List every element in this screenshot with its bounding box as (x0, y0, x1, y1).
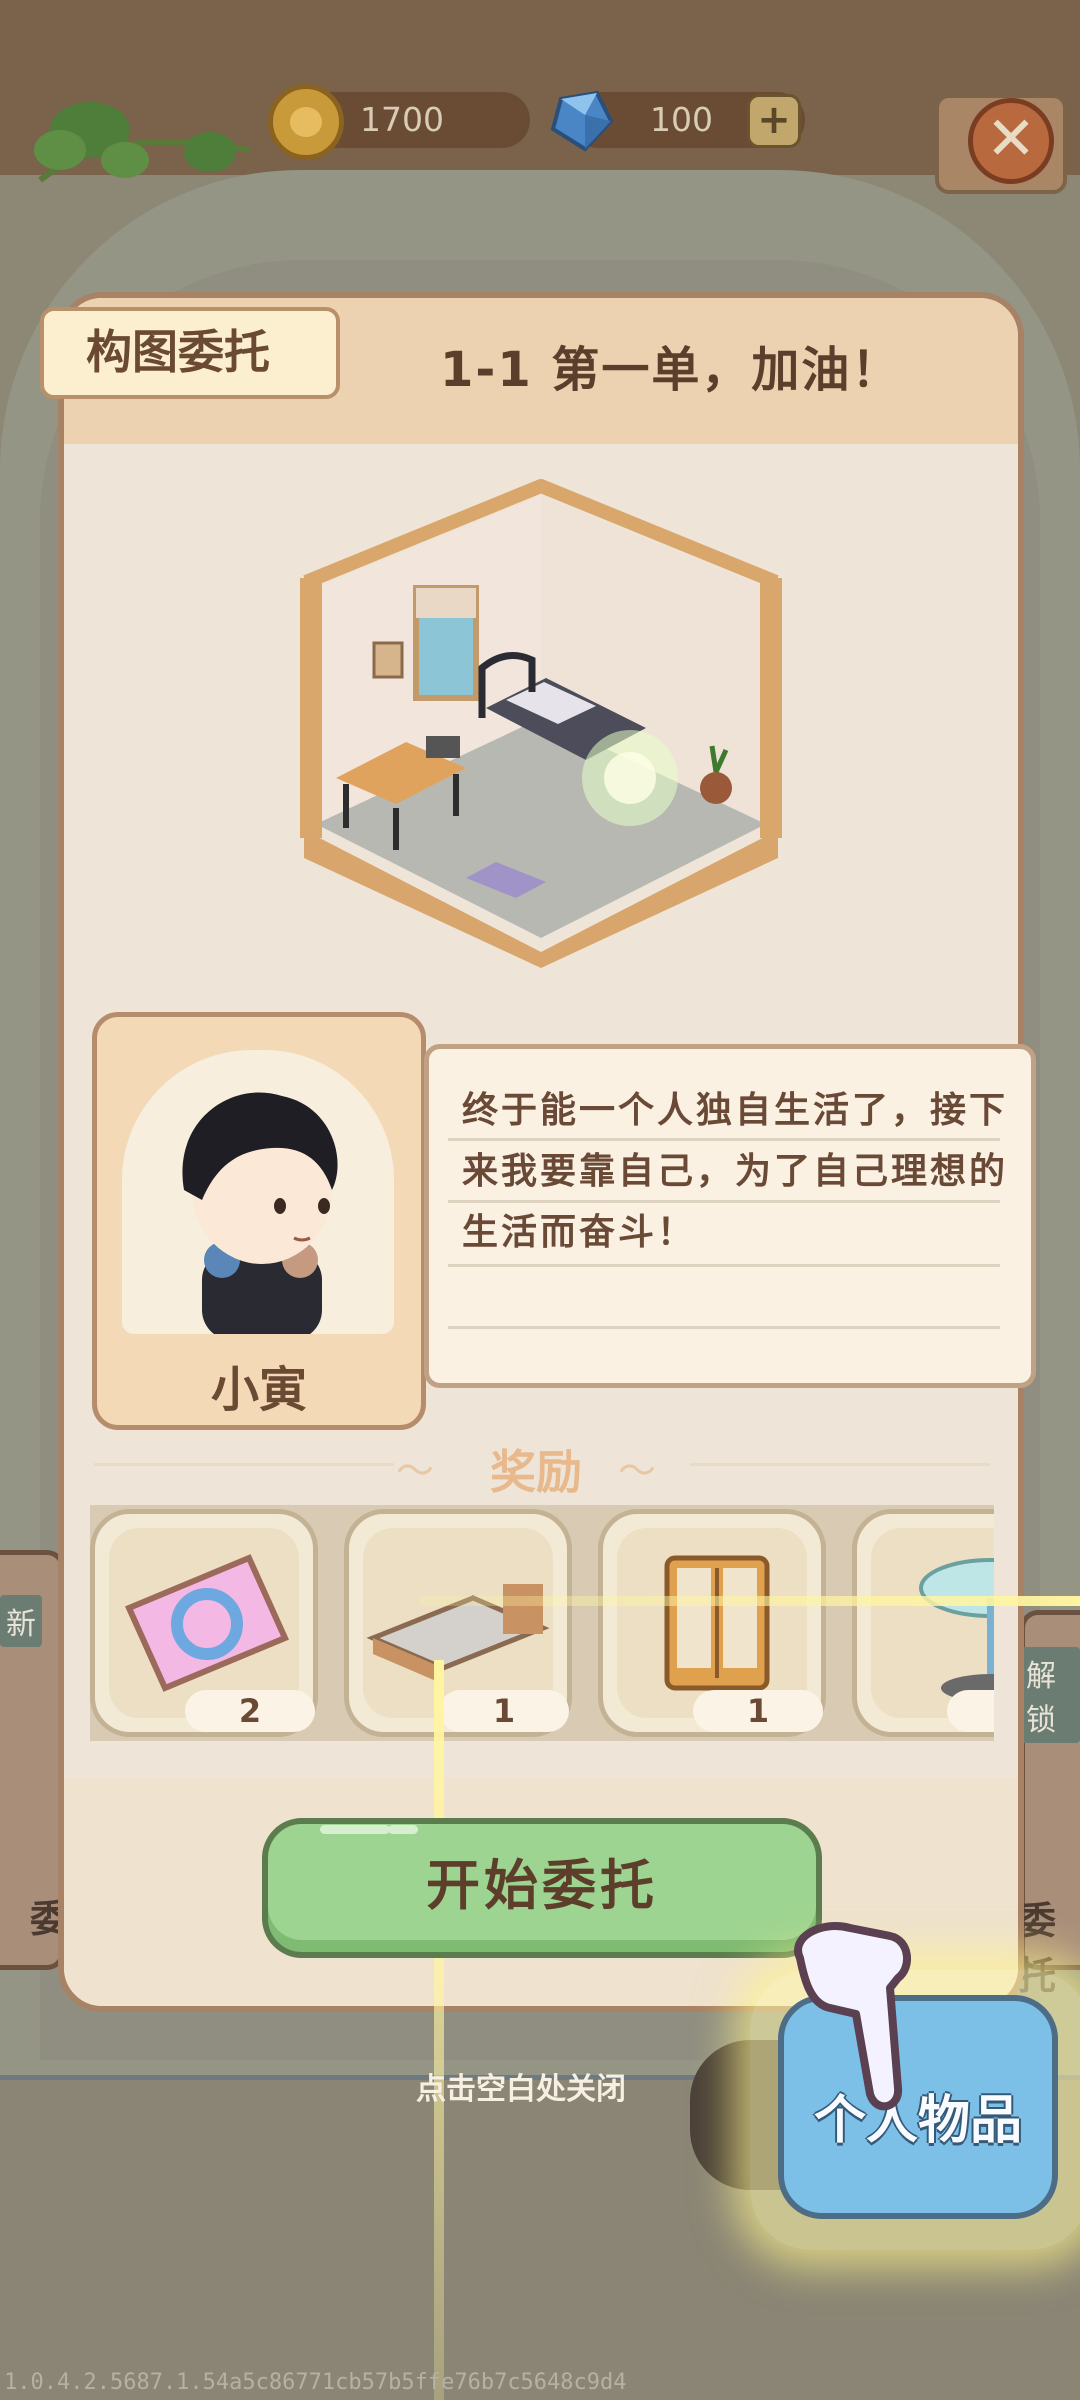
reward-count: 1 (439, 1690, 569, 1732)
reward-item[interactable] (852, 1509, 994, 1737)
reward-swirl-left-icon: 〜 (396, 1449, 435, 1493)
reward-item[interactable]: 2 (90, 1509, 318, 1737)
reward-divider-right (690, 1463, 990, 1466)
reward-title: 奖励 (490, 1445, 582, 1499)
reward-item[interactable]: 1 (598, 1509, 826, 1737)
reward-list[interactable]: 2 1 1 (90, 1505, 994, 1741)
pointing-hand-icon (794, 1922, 911, 2111)
background-left-tag: 新 (0, 1595, 42, 1647)
reward-item[interactable]: 1 (344, 1509, 572, 1737)
bubble-rule-3 (448, 1264, 1000, 1267)
reward-count: 2 (185, 1690, 315, 1732)
character-portrait (122, 1050, 394, 1334)
reward-count (947, 1690, 994, 1732)
commission-title: 1-1 第一单，加油！ (440, 342, 902, 398)
cat-coin-icon (268, 84, 344, 160)
room-illustration (300, 479, 782, 968)
reward-swirl-right-icon: 〜 (618, 1449, 657, 1493)
vine-decoration-icon (34, 102, 251, 183)
gem-amount: 100 (650, 100, 713, 139)
character-name: 小寅 (210, 1362, 307, 1418)
version-string: 1.0.4.2.5687.1.54a5c86771cb57b5ffe76b7c5… (4, 2370, 627, 2395)
background-right-tag: 解锁 (1020, 1647, 1080, 1743)
dialogue-text: 终于能一个人独自生活了，接下来我要靠自己，为了自己理想的生活而奋斗！ (462, 1090, 1009, 1253)
blue-gem-icon (550, 90, 614, 152)
button-shine (320, 1825, 390, 1834)
close-hint[interactable]: 点击空白处关闭 (416, 2064, 626, 2108)
reward-divider-left (94, 1463, 394, 1466)
add-gems-button[interactable]: + (747, 94, 801, 148)
button-shine (388, 1825, 418, 1834)
tutorial-light-beam (420, 1596, 1080, 1606)
character-avatar-icon (182, 1092, 338, 1334)
start-commission-button[interactable]: 开始委托 (262, 1818, 822, 1958)
commission-type-tag: 构图委托 (40, 307, 340, 399)
coin-amount: 1700 (360, 100, 444, 139)
bubble-rule-4 (448, 1326, 1000, 1329)
reward-count: 1 (693, 1690, 823, 1732)
close-button[interactable]: ✕ (968, 98, 1054, 184)
tutorial-light-beam (434, 1660, 444, 2400)
